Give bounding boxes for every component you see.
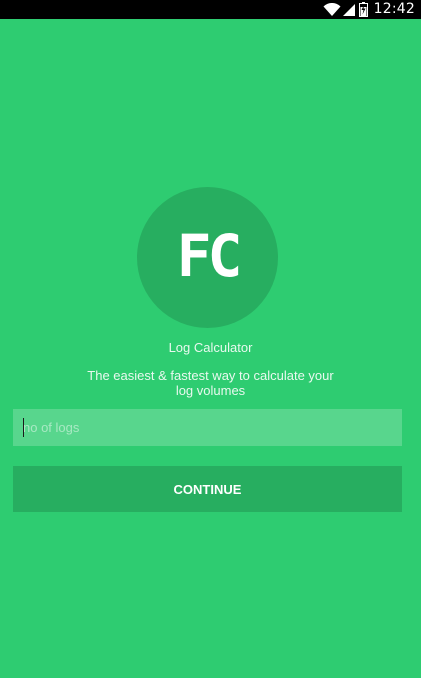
signal-icon bbox=[342, 3, 355, 17]
continue-button[interactable]: CONTINUE bbox=[13, 466, 402, 512]
battery-icon bbox=[358, 2, 368, 17]
status-time: 12:42 bbox=[373, 1, 415, 17]
logo-text: FC bbox=[176, 221, 243, 290]
status-bar: 12:42 bbox=[0, 0, 421, 19]
logs-count-input[interactable] bbox=[13, 409, 402, 446]
wifi-icon bbox=[323, 2, 341, 17]
app-logo: FC bbox=[137, 187, 278, 328]
logs-input-container bbox=[13, 409, 402, 446]
status-icons: 12:42 bbox=[323, 0, 415, 19]
app-tagline: The easiest & fastest way to calculate y… bbox=[87, 368, 334, 398]
app-name: Log Calculator bbox=[168, 340, 253, 355]
